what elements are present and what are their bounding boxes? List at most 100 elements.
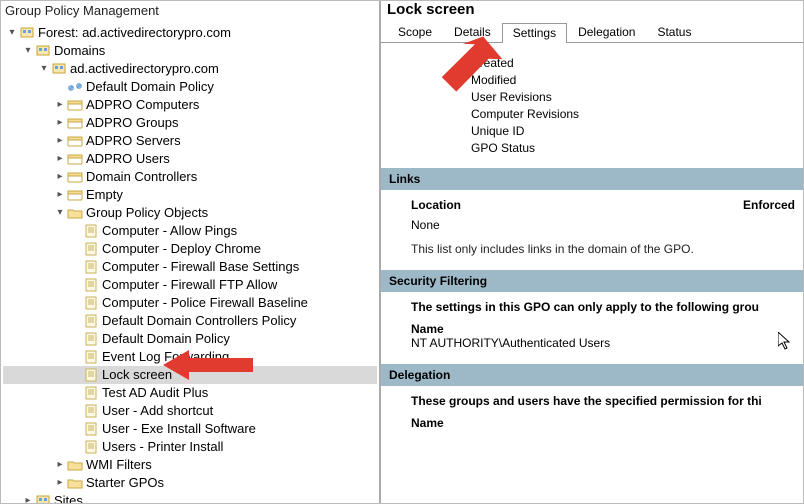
tree-gpo-item[interactable]: Event Log Forwarding <box>3 348 377 366</box>
details-pane: Lock screen Scope Details Settings Deleg… <box>381 1 803 503</box>
tree-gpo-item[interactable]: User - Exe Install Software <box>3 420 377 438</box>
tree-label: Starter GPOs <box>86 473 164 493</box>
chevron-right-icon[interactable]: ▸ <box>53 115 67 131</box>
gpo-icon <box>83 259 99 275</box>
tab-settings[interactable]: Settings <box>502 23 567 43</box>
gpo-icon <box>83 367 99 383</box>
tree-gpo-item[interactable]: Default Domain Controllers Policy <box>3 312 377 330</box>
tree-starter-gpos[interactable]: ▸ Starter GPOs <box>3 474 377 492</box>
col-name: Name <box>411 322 795 336</box>
links-none: None <box>411 218 795 232</box>
tree-adpro-servers[interactable]: ▸ ADPRO Servers <box>3 132 377 150</box>
sites-icon <box>35 493 51 503</box>
gpo-icon <box>83 277 99 293</box>
secfilter-desc: The settings in this GPO can only apply … <box>411 300 795 314</box>
gpo-icon <box>83 241 99 257</box>
ou-icon <box>67 97 83 113</box>
tree-gpo-item[interactable]: Computer - Police Firewall Baseline <box>3 294 377 312</box>
tree-adpro-computers[interactable]: ▸ ADPRO Computers <box>3 96 377 114</box>
tab-status[interactable]: Status <box>646 22 702 42</box>
domains-icon <box>35 43 51 59</box>
gpo-icon <box>83 349 99 365</box>
domain-icon <box>51 61 67 77</box>
chevron-down-icon[interactable]: ▾ <box>37 61 51 77</box>
chevron-down-icon[interactable]: ▾ <box>5 25 19 41</box>
field-computer-revisions: Computer Revisions <box>471 107 795 121</box>
tree-empty[interactable]: ▸ Empty <box>3 186 377 204</box>
secfilter-value: NT AUTHORITY\Authenticated Users <box>411 336 795 350</box>
tree-gpo-item[interactable]: Default Domain Policy <box>3 330 377 348</box>
gpo-icon <box>83 295 99 311</box>
links-note: This list only includes links in the dom… <box>411 242 795 256</box>
details-body: Created Modified User Revisions Computer… <box>381 43 803 503</box>
tree-gpo-item[interactable]: Test AD Audit Plus <box>3 384 377 402</box>
tree-gpo-item[interactable]: Computer - Allow Pings <box>3 222 377 240</box>
col-enforced: Enforced <box>743 198 795 212</box>
gpmc-window: Group Policy Management ▾ Forest: ad.act… <box>0 0 804 504</box>
tree: ▾ Forest: ad.activedirectorypro.com ▾ Do… <box>1 20 379 503</box>
tree-gpo-item[interactable]: User - Add shortcut <box>3 402 377 420</box>
gpo-icon <box>83 313 99 329</box>
ou-icon <box>67 151 83 167</box>
delegation-desc: These groups and users have the specifie… <box>411 394 795 408</box>
col-name: Name <box>411 416 795 430</box>
chevron-right-icon[interactable]: ▸ <box>53 169 67 185</box>
tree-sites[interactable]: ▸ Sites <box>3 492 377 503</box>
folder-icon <box>67 475 83 491</box>
chevron-down-icon[interactable]: ▾ <box>53 205 67 221</box>
col-location: Location <box>411 198 743 212</box>
ou-icon <box>67 187 83 203</box>
tab-scope[interactable]: Scope <box>387 22 443 42</box>
tree-domain-controllers[interactable]: ▸ Domain Controllers <box>3 168 377 186</box>
app-title: Group Policy Management <box>1 1 379 20</box>
chevron-right-icon[interactable]: ▸ <box>53 457 67 473</box>
section-secfilter-header: Security Filtering <box>381 270 803 292</box>
tree-label: Sites <box>54 491 83 503</box>
tree-gpo-container[interactable]: ▾ Group Policy Objects <box>3 204 377 222</box>
tree-default-domain-policy[interactable]: Default Domain Policy <box>3 78 377 96</box>
chevron-right-icon[interactable]: ▸ <box>53 151 67 167</box>
ou-icon <box>67 169 83 185</box>
field-gpo-status: GPO Status <box>471 141 795 155</box>
chevron-right-icon[interactable]: ▸ <box>53 187 67 203</box>
tab-delegation[interactable]: Delegation <box>567 22 646 42</box>
tree-domain[interactable]: ▾ ad.activedirectorypro.com <box>3 60 377 78</box>
field-modified: Modified <box>471 73 795 87</box>
chevron-down-icon[interactable]: ▾ <box>21 43 35 59</box>
chevron-right-icon[interactable]: ▸ <box>53 97 67 113</box>
ou-icon <box>67 115 83 131</box>
tree-forest[interactable]: ▾ Forest: ad.activedirectorypro.com <box>3 24 377 42</box>
tree-gpo-item[interactable]: Computer - Deploy Chrome <box>3 240 377 258</box>
section-delegation-header: Delegation <box>381 364 803 386</box>
link-icon <box>67 79 83 95</box>
tab-strip: Scope Details Settings Delegation Status <box>381 22 803 43</box>
tree-gpo-item[interactable]: Users - Printer Install <box>3 438 377 456</box>
gpo-icon <box>83 403 99 419</box>
folder-icon <box>67 457 83 473</box>
field-unique-id: Unique ID <box>471 124 795 138</box>
field-created: Created <box>471 56 795 70</box>
page-title: Lock screen <box>381 1 803 20</box>
chevron-right-icon[interactable]: ▸ <box>53 475 67 491</box>
gpo-icon <box>83 421 99 437</box>
gpo-icon <box>83 331 99 347</box>
tree-domains[interactable]: ▾ Domains <box>3 42 377 60</box>
chevron-right-icon[interactable]: ▸ <box>53 133 67 149</box>
gpo-icon <box>83 385 99 401</box>
tree-adpro-groups[interactable]: ▸ ADPRO Groups <box>3 114 377 132</box>
folder-icon <box>67 205 83 221</box>
tree-gpo-item[interactable]: Computer - Firewall Base Settings <box>3 258 377 276</box>
tree-gpo-lock-screen[interactable]: Lock screen <box>3 366 377 384</box>
gpo-icon <box>83 223 99 239</box>
forest-icon <box>19 25 35 41</box>
gpo-icon <box>83 439 99 455</box>
tree-adpro-users[interactable]: ▸ ADPRO Users <box>3 150 377 168</box>
tree-wmi-filters[interactable]: ▸ WMI Filters <box>3 456 377 474</box>
ou-icon <box>67 133 83 149</box>
field-user-revisions: User Revisions <box>471 90 795 104</box>
tab-details[interactable]: Details <box>443 22 502 42</box>
tree-gpo-item[interactable]: Computer - Firewall FTP Allow <box>3 276 377 294</box>
chevron-right-icon[interactable]: ▸ <box>21 493 35 503</box>
section-links-header: Links <box>381 168 803 190</box>
tree-pane: Group Policy Management ▾ Forest: ad.act… <box>1 1 381 503</box>
